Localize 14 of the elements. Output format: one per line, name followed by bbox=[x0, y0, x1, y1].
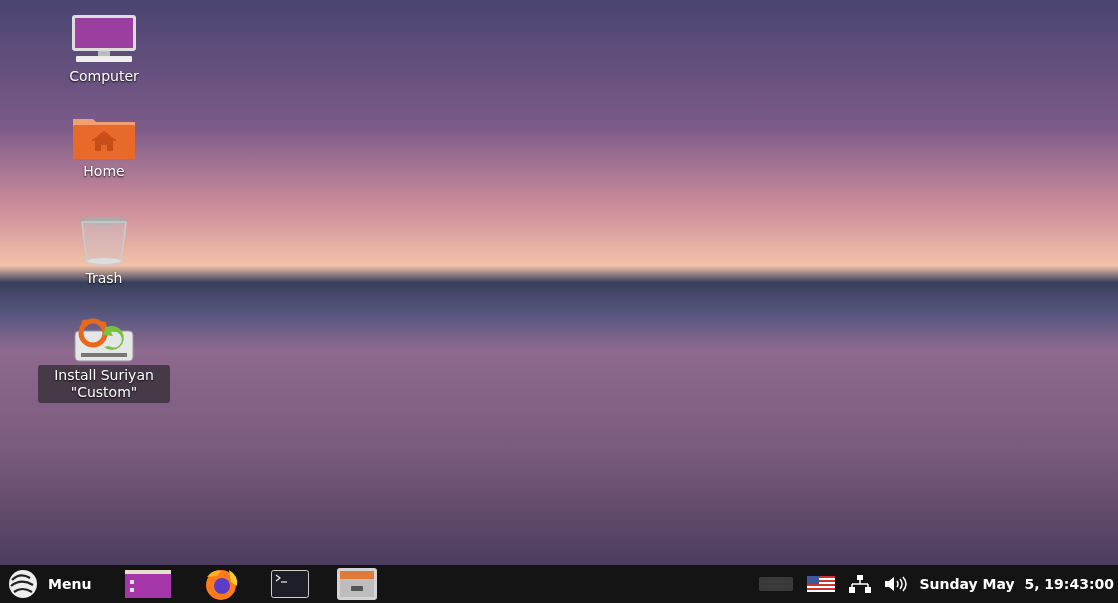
menu-button[interactable]: Menu bbox=[4, 568, 98, 600]
clock-text[interactable]: Sunday May 5, 19:43:00 bbox=[919, 576, 1114, 592]
desktop-icon-label[interactable]: Home bbox=[78, 161, 130, 182]
window-icon[interactable] bbox=[125, 570, 172, 598]
file-cabinet-icon[interactable] bbox=[337, 568, 378, 600]
monitor-icon[interactable] bbox=[70, 14, 138, 64]
desktop-icon-label[interactable]: Trash bbox=[80, 268, 128, 289]
desktop-icon-label[interactable]: Install Suriyan "Custom" bbox=[38, 365, 170, 403]
network-icon[interactable] bbox=[848, 575, 871, 593]
desktop-icon-label[interactable]: Computer bbox=[64, 66, 144, 87]
terminal-icon[interactable] bbox=[271, 570, 310, 598]
installer-drive-icon[interactable] bbox=[71, 317, 137, 363]
flag-icon[interactable] bbox=[806, 576, 835, 592]
volume-icon[interactable] bbox=[884, 576, 907, 592]
